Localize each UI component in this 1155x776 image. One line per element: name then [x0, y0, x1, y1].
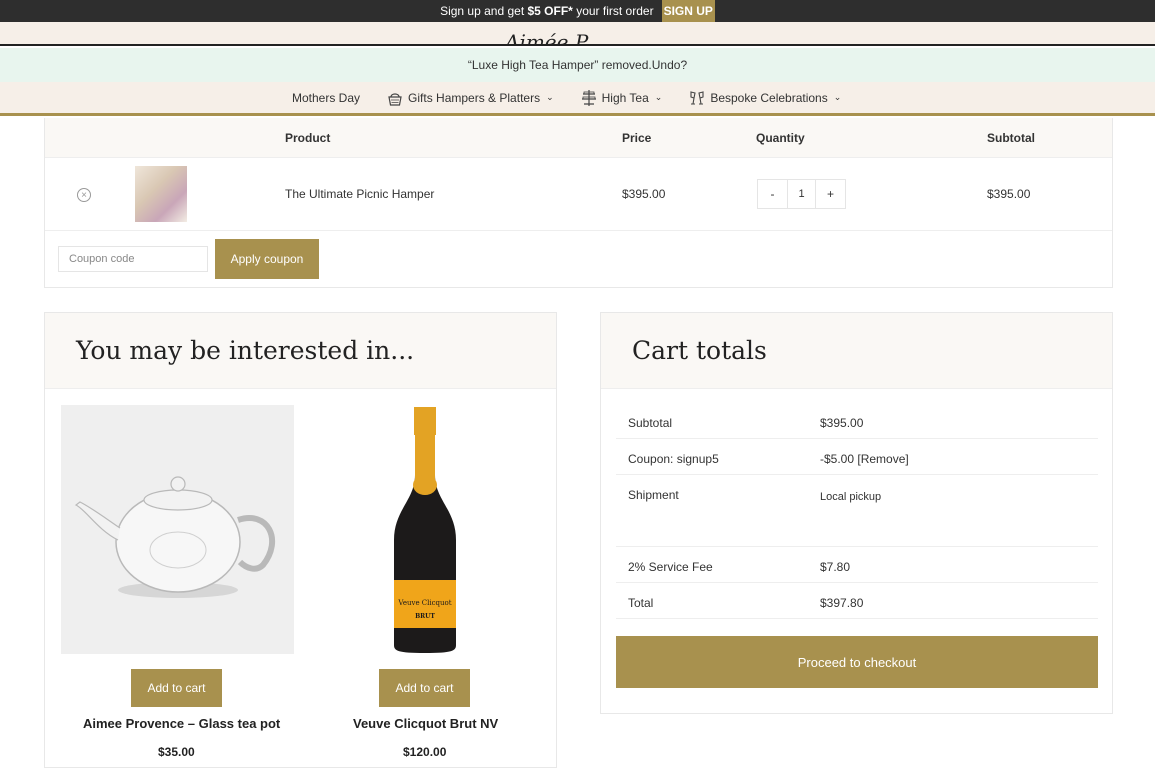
- item-price: $395.00: [622, 187, 666, 201]
- cake-stand-icon: [580, 89, 598, 107]
- product-name[interactable]: Aimee Provence – Glass tea pot: [83, 716, 280, 731]
- totals-label: Total: [628, 596, 654, 610]
- promo-bar: Sign up and get $5 OFF* your first order…: [0, 0, 1155, 22]
- undo-link[interactable]: Undo?: [652, 58, 687, 72]
- nav-label: High Tea: [601, 90, 649, 105]
- totals-value: $397.80: [820, 596, 864, 610]
- header-product: Product: [285, 131, 331, 145]
- teapot-product-image[interactable]: [61, 405, 294, 654]
- notice-text: “Luxe High Tea Hamper” removed.: [467, 58, 652, 72]
- chevron-down-icon: ⌄: [833, 92, 842, 102]
- cart-totals-panel: Cart totals Subtotal $395.00 Coupon: sig…: [600, 312, 1113, 714]
- product-price: $35.00: [158, 745, 195, 759]
- apply-coupon-button[interactable]: Apply coupon: [215, 239, 319, 279]
- nav-item-mothers-day[interactable]: Mothers Day: [292, 91, 360, 105]
- cart-table-header: Product Price Quantity Subtotal: [45, 118, 1112, 158]
- totals-row-coupon: Coupon: signup5 -$5.00 [Remove]: [616, 439, 1098, 475]
- quantity-input[interactable]: 1: [787, 180, 816, 208]
- totals-label: Shipment: [628, 488, 679, 502]
- product-name[interactable]: Veuve Clicquot Brut NV: [353, 716, 498, 731]
- signup-button[interactable]: SIGN UP: [661, 0, 715, 22]
- cart-notice: “Luxe High Tea Hamper” removed. Undo?: [0, 48, 1155, 82]
- remove-item-icon[interactable]: ×: [77, 188, 91, 202]
- cart-table: Product Price Quantity Subtotal × The Ul…: [44, 118, 1113, 288]
- add-to-cart-button[interactable]: Add to cart: [131, 669, 222, 707]
- totals-label: Subtotal: [628, 416, 673, 430]
- chevron-down-icon: ⌄: [654, 92, 663, 102]
- header-logo-strip: Aimée P: [0, 22, 1155, 46]
- site-logo[interactable]: Aimée P: [505, 30, 588, 44]
- coupon-code-input[interactable]: Coupon code: [58, 246, 208, 272]
- totals-value: -$5.00 [Remove]: [820, 452, 909, 466]
- nav-label: Mothers Day: [292, 90, 361, 105]
- item-subtotal: $395.00: [987, 187, 1031, 201]
- bottle-type-text: BRUT: [415, 613, 435, 620]
- totals-value: $395.00: [820, 416, 864, 430]
- remove-coupon-link[interactable]: [Remove]: [857, 452, 908, 466]
- nav-item-gifts-hampers[interactable]: Gifts Hampers & Platters ⌄: [386, 89, 554, 107]
- champagne-product-image[interactable]: Veuve Clicquot BRUT: [365, 405, 485, 654]
- product-price: $120.00: [403, 745, 447, 759]
- decrease-button[interactable]: -: [758, 180, 787, 208]
- table-row: × The Ultimate Picnic Hamper $395.00 - 1…: [45, 158, 1112, 231]
- totals-label: 2% Service Fee: [628, 560, 713, 574]
- add-to-cart-button[interactable]: Add to cart: [379, 669, 470, 707]
- cross-sells-title: You may be interested in...: [45, 313, 556, 389]
- totals-row-subtotal: Subtotal $395.00: [616, 403, 1098, 439]
- nav-label: Gifts Hampers & Platters: [408, 90, 541, 105]
- shipment-method: Local pickup: [820, 491, 882, 503]
- header-quantity: Quantity: [756, 131, 805, 145]
- totals-value: $7.80: [820, 560, 851, 574]
- cart-totals-title: Cart totals: [601, 313, 1112, 389]
- nav-item-high-tea[interactable]: High Tea ⌄: [580, 89, 663, 107]
- header-price: Price: [622, 131, 652, 145]
- quantity-stepper: - 1 +: [757, 179, 846, 209]
- nav-label: Bespoke Celebrations: [710, 90, 828, 105]
- cross-sells-panel: You may be interested in... Veuve Clicqu…: [44, 312, 557, 768]
- product-thumbnail[interactable]: [135, 166, 187, 222]
- header-subtotal: Subtotal: [987, 131, 1035, 145]
- increase-button[interactable]: +: [816, 180, 845, 208]
- main-nav: Mothers Day Gifts Hampers & Platters ⌄ H…: [0, 82, 1155, 116]
- totals-row-shipment: Shipment Local pickup: [616, 475, 1098, 547]
- product-name-link[interactable]: The Ultimate Picnic Hamper: [285, 187, 434, 201]
- totals-label: Coupon: signup5: [628, 452, 719, 466]
- champagne-glasses-icon: [688, 89, 706, 107]
- totals-row-total: Total $397.80: [616, 583, 1098, 619]
- proceed-to-checkout-button[interactable]: Proceed to checkout: [616, 636, 1098, 688]
- totals-row-fee: 2% Service Fee $7.80: [616, 547, 1098, 583]
- hamper-icon: [386, 89, 404, 107]
- nav-item-bespoke-celebrations[interactable]: Bespoke Celebrations ⌄: [688, 89, 841, 107]
- bottle-brand-text: Veuve Clicquot: [397, 599, 451, 607]
- promo-text: Sign up and get $5 OFF* your first order: [440, 4, 654, 18]
- chevron-down-icon: ⌄: [546, 92, 554, 102]
